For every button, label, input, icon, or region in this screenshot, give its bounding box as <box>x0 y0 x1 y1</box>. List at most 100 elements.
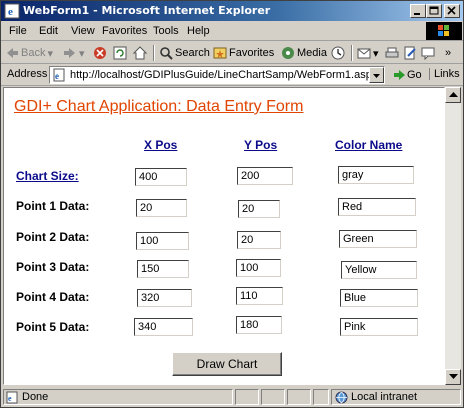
point-4-color-input[interactable]: Blue <box>340 289 418 307</box>
back-arrow-icon <box>7 48 18 58</box>
history-icon <box>331 46 345 60</box>
close-icon <box>447 6 456 15</box>
point-2-color-input[interactable]: Green <box>339 230 417 248</box>
search-icon <box>160 47 173 60</box>
svg-text:e: e <box>8 6 13 18</box>
minimize-icon <box>414 13 420 15</box>
refresh-button[interactable] <box>113 45 129 61</box>
discuss-icon <box>421 47 435 60</box>
draw-chart-button[interactable]: Draw Chart <box>172 352 282 376</box>
close-button[interactable] <box>444 4 460 18</box>
status-panel-4 <box>287 389 311 405</box>
media-icon <box>282 47 294 59</box>
scroll-up-button[interactable] <box>445 87 461 103</box>
discuss-button[interactable] <box>421 45 437 61</box>
back-label: Back <box>21 47 46 59</box>
home-button[interactable] <box>133 45 149 61</box>
arrow-down-icon <box>449 374 458 379</box>
window-title: WebForm1 - Microsoft Internet Explorer <box>23 4 271 17</box>
search-label: Search <box>175 47 210 59</box>
maximize-icon <box>429 6 439 15</box>
point-3-x-input[interactable]: 150 <box>137 260 189 278</box>
point-3-label: Point 3 Data: <box>16 260 90 274</box>
history-button[interactable] <box>331 45 347 61</box>
links-button[interactable]: Links <box>429 68 460 80</box>
go-button[interactable]: Go <box>393 68 422 82</box>
point-3-y-input[interactable]: 100 <box>236 259 281 277</box>
column-y-pos[interactable]: Y Pos <box>244 138 277 152</box>
form-title: GDI+ Chart Application: Data Entry Form <box>14 98 304 115</box>
windows-logo <box>426 22 462 40</box>
status-zone-panel: Local intranet <box>331 389 461 405</box>
point-3-color-input[interactable]: Yellow <box>341 261 417 279</box>
done-page-icon: e <box>6 391 18 404</box>
edit-button[interactable] <box>403 45 419 61</box>
print-icon <box>385 47 399 58</box>
chevron-right-icon: » <box>445 47 452 59</box>
menu-view[interactable]: View <box>71 25 95 37</box>
back-button[interactable]: Back ▾ <box>5 45 53 61</box>
minimize-button[interactable] <box>410 4 426 18</box>
chart-size-y-input[interactable]: 200 <box>237 167 293 185</box>
toolbar-overflow-chevron[interactable]: » <box>445 45 451 61</box>
status-panel-3 <box>261 389 285 405</box>
point-4-x-input[interactable]: 320 <box>137 289 192 307</box>
point-4-y-input[interactable]: 110 <box>236 287 283 305</box>
point-2-y-input[interactable]: 20 <box>237 231 281 249</box>
point-2-x-input[interactable]: 100 <box>136 232 189 250</box>
arrow-up-icon <box>449 92 458 97</box>
svg-text:e: e <box>55 71 59 81</box>
menu-file[interactable]: File <box>9 25 27 37</box>
menu-help[interactable]: Help <box>187 25 210 37</box>
search-button[interactable]: Search <box>159 45 210 61</box>
mail-dropdown-icon: ▾ <box>373 47 379 60</box>
stop-icon <box>94 47 106 59</box>
page-icon: e <box>53 68 65 82</box>
point-5-color-input[interactable]: Pink <box>340 318 418 336</box>
stop-button[interactable] <box>93 45 109 61</box>
favorites-icon <box>213 47 227 59</box>
chart-size-x-input[interactable]: 400 <box>135 168 187 186</box>
forward-dropdown-icon: ▾ <box>79 47 85 60</box>
point-1-color-input[interactable]: Red <box>338 198 416 216</box>
edit-icon <box>404 46 416 60</box>
column-x-pos[interactable]: X Pos <box>144 138 177 152</box>
page-content: GDI+ Chart Application: Data Entry Form … <box>3 87 445 385</box>
status-bar: e Done Local intranet <box>1 387 463 407</box>
vertical-scrollbar[interactable] <box>445 87 461 385</box>
forward-arrow-icon <box>64 48 75 58</box>
chevron-down-icon <box>373 74 380 78</box>
column-color-name[interactable]: Color Name <box>335 138 402 152</box>
browser-window: e WebForm1 - Microsoft Internet Explorer… <box>0 0 464 408</box>
address-input[interactable]: e http://localhost/GDIPlusGuide/LineChar… <box>49 66 385 84</box>
toolbar-divider-2 <box>351 45 353 61</box>
media-label: Media <box>297 47 327 59</box>
menu-edit[interactable]: Edit <box>39 25 58 37</box>
address-bar: Address e http://localhost/GDIPlusGuide/… <box>1 64 463 86</box>
address-dropdown-button[interactable] <box>369 67 384 83</box>
address-url: http://localhost/GDIPlusGuide/LineChartS… <box>70 69 378 81</box>
point-5-y-input[interactable]: 180 <box>236 316 282 334</box>
point-1-x-input[interactable]: 20 <box>136 199 187 217</box>
mail-icon <box>357 48 371 59</box>
favorites-button[interactable]: Favorites <box>213 45 274 61</box>
point-5-label: Point 5 Data: <box>16 320 90 334</box>
point-4-label: Point 4 Data: <box>16 290 90 304</box>
go-arrow-icon <box>394 70 405 80</box>
go-label: Go <box>407 69 422 81</box>
menu-tools[interactable]: Tools <box>153 25 179 37</box>
maximize-button[interactable] <box>426 4 442 18</box>
chart-size-label[interactable]: Chart Size: <box>16 169 79 183</box>
scroll-down-button[interactable] <box>445 369 461 385</box>
point-1-y-input[interactable]: 20 <box>238 200 280 218</box>
forward-button[interactable]: ▾ <box>63 45 85 61</box>
print-button[interactable] <box>385 45 401 61</box>
mail-button[interactable]: ▾ <box>357 45 379 61</box>
svg-text:e: e <box>8 394 12 403</box>
toolbar-divider <box>153 45 155 61</box>
chart-size-color-input[interactable]: gray <box>338 166 414 184</box>
media-button[interactable]: Media <box>281 45 327 61</box>
point-5-x-input[interactable]: 340 <box>134 318 193 336</box>
menu-favorites[interactable]: Favorites <box>102 25 147 37</box>
status-text: Done <box>22 391 49 403</box>
